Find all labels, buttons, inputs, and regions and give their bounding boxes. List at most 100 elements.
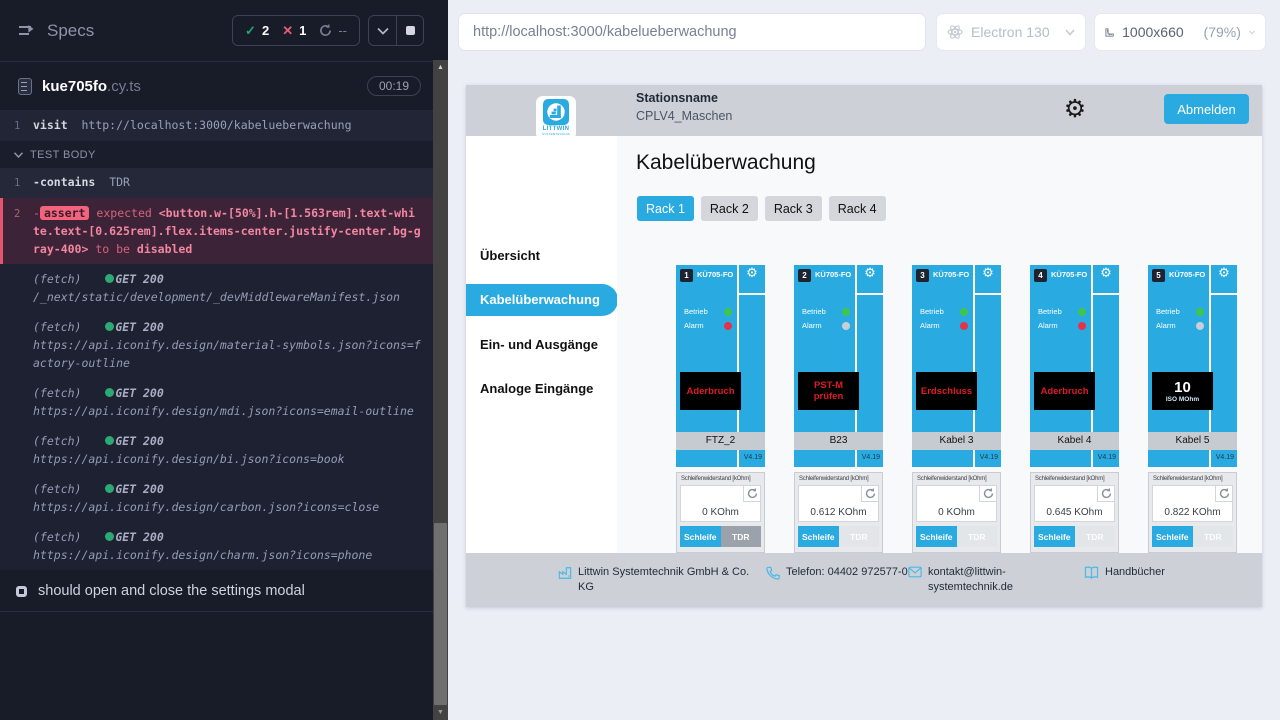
fetch-log-row[interactable]: (fetch) GET 200/_next/static/development… (0, 264, 433, 312)
tdr-button[interactable]: TDR (721, 526, 762, 547)
betrieb-led (960, 308, 968, 316)
success-dot-icon (105, 484, 114, 493)
device-card: 4 KÜ705-FO ⚙ Betrieb Alarm Aderbruch Kab… (1030, 265, 1119, 553)
url-input[interactable]: http://localhost:3000/kabelueberwachung (458, 13, 926, 51)
specs-title[interactable]: Specs (47, 21, 94, 41)
stat-failed: ✕1 (282, 23, 306, 39)
chevron-down-icon (14, 152, 23, 158)
card-gear-icon[interactable]: ⚙ (1214, 266, 1234, 281)
resistance-value: 0 KOhm (681, 507, 760, 518)
schleife-button[interactable]: Schleife (680, 526, 721, 547)
refresh-icon (983, 488, 994, 499)
pending-test-row[interactable]: should open and close the settings modal (0, 570, 433, 612)
refresh-button[interactable] (979, 486, 996, 502)
reporter-controls (368, 15, 424, 46)
resistance-value-box: 0.645 KOhm (1034, 485, 1115, 522)
fetch-log-row[interactable]: (fetch) GET 200https://api.iconify.desig… (0, 426, 433, 474)
tab-rack-4[interactable]: Rack 4 (829, 196, 886, 221)
stop-icon (406, 26, 415, 35)
resistance-value-box: 0 KOhm (916, 485, 997, 522)
refresh-button[interactable] (1097, 486, 1114, 502)
phone-icon (766, 566, 780, 580)
reporter-scrollbar[interactable]: ▲ ▼ (433, 60, 448, 720)
schleife-button[interactable]: Schleife (1034, 526, 1075, 547)
refresh-icon (1101, 488, 1112, 499)
cable-label: Kabel 5 (1148, 432, 1237, 450)
tdr-button[interactable]: TDR (1075, 526, 1116, 547)
firmware-version: V4.19 (744, 454, 762, 461)
card-gear-icon[interactable]: ⚙ (978, 266, 998, 281)
command-contains[interactable]: 1 -contains TDR (0, 168, 433, 198)
logout-button[interactable]: Abmelden (1164, 94, 1249, 124)
tab-rack-2[interactable]: Rack 2 (701, 196, 758, 221)
stop-button[interactable] (396, 16, 423, 45)
refresh-button[interactable] (1215, 486, 1232, 502)
card-number: 4 (1034, 269, 1047, 282)
station-label: Stationsname (636, 91, 718, 105)
status-display: Aderbruch (680, 372, 741, 410)
scroll-down-arrow[interactable]: ▼ (433, 705, 448, 720)
resistance-label: Schleifenwiderstand [kOhm] (799, 476, 869, 482)
settings-gear-icon[interactable]: ⚙ (1060, 93, 1090, 125)
alarm-led (724, 322, 732, 330)
betrieb-led (1196, 308, 1204, 316)
cable-label: Kabel 3 (912, 432, 1001, 450)
cable-label: B23 (794, 432, 883, 450)
pending-square-icon (16, 586, 27, 597)
stat-passed: ✓2 (245, 23, 269, 39)
schleife-button[interactable]: Schleife (916, 526, 957, 547)
resistance-value: 0.645 KOhm (1035, 507, 1114, 518)
specs-menu-icon[interactable] (18, 23, 37, 39)
alarm-led (960, 322, 968, 330)
schleife-button[interactable]: Schleife (798, 526, 839, 547)
sidebar-item-kabel-berwachung[interactable]: Kabelüberwachung (466, 284, 618, 316)
tab-rack-3[interactable]: Rack 3 (765, 196, 822, 221)
fetch-log-row[interactable]: (fetch) GET 200https://api.iconify.desig… (0, 312, 433, 378)
viewport-select[interactable]: 1000x660 (79%) (1094, 13, 1266, 51)
resistance-value: 0.822 KOhm (1153, 507, 1232, 518)
resistance-value-box: 0.822 KOhm (1152, 485, 1233, 522)
card-number: 2 (798, 269, 811, 282)
fetch-log-row[interactable]: (fetch) GET 200https://api.iconify.desig… (0, 378, 433, 426)
success-dot-icon (105, 322, 114, 331)
device-cards: 1 KÜ705-FO ⚙ Betrieb Alarm Aderbruch FTZ… (676, 265, 1262, 553)
fetch-log-row[interactable]: (fetch) GET 200https://api.iconify.desig… (0, 474, 433, 522)
browser-select[interactable]: Electron 130 (936, 13, 1086, 51)
cypress-reporter: Specs ✓2 ✕1 -- kue705fo.cy.ts 00:19 1 vi… (0, 0, 433, 720)
card-gear-icon[interactable]: ⚙ (742, 266, 762, 281)
spec-row[interactable]: kue705fo.cy.ts 00:19 (0, 62, 433, 111)
betrieb-led (724, 308, 732, 316)
fetch-log-row[interactable]: (fetch) GET 200https://api.iconify.desig… (0, 522, 433, 570)
ruler-icon (1105, 25, 1114, 40)
refresh-button[interactable] (861, 486, 878, 502)
success-dot-icon (105, 532, 114, 541)
spec-name[interactable]: kue705fo.cy.ts (42, 78, 141, 95)
command-visit[interactable]: 1 visit http://localhost:3000/kabelueber… (0, 111, 433, 141)
sidebar-item-analoge-eing-nge[interactable]: Analoge Eingänge (480, 381, 593, 396)
resistance-label: Schleifenwiderstand [kOhm] (1153, 476, 1223, 482)
card-gear-icon[interactable]: ⚙ (1096, 266, 1116, 281)
pending-circle-icon (319, 24, 332, 37)
status-display: Aderbruch (1034, 372, 1095, 410)
test-body-section[interactable]: TEST BODY (0, 141, 433, 168)
card-gear-icon[interactable]: ⚙ (860, 266, 880, 281)
device-card: 1 KÜ705-FO ⚙ Betrieb Alarm Aderbruch FTZ… (676, 265, 765, 553)
footer-manuals[interactable]: Handbücher (1084, 565, 1165, 580)
station-name: CPLV4_Maschen (636, 109, 732, 123)
reporter-header: Specs ✓2 ✕1 -- (0, 0, 433, 62)
refresh-button[interactable] (743, 486, 760, 502)
sidebar-item--bersicht[interactable]: Übersicht (480, 248, 540, 263)
betrieb-led (842, 308, 850, 316)
tdr-button[interactable]: TDR (1193, 526, 1234, 547)
schleife-button[interactable]: Schleife (1152, 526, 1193, 547)
collapse-button[interactable] (369, 16, 396, 45)
factory-icon (558, 566, 572, 580)
scroll-up-arrow[interactable]: ▲ (433, 60, 448, 75)
tdr-button[interactable]: TDR (957, 526, 998, 547)
tdr-button[interactable]: TDR (839, 526, 880, 547)
scrollbar-thumb[interactable] (434, 523, 447, 705)
sidebar-item-ein-und-ausg-nge[interactable]: Ein- und Ausgänge (480, 337, 598, 352)
firmware-version: V4.19 (862, 454, 880, 461)
tab-rack-1[interactable]: Rack 1 (637, 196, 694, 221)
command-assert-failed[interactable]: 2 -assert expected <button.w-[50%].h-[1.… (0, 198, 433, 264)
